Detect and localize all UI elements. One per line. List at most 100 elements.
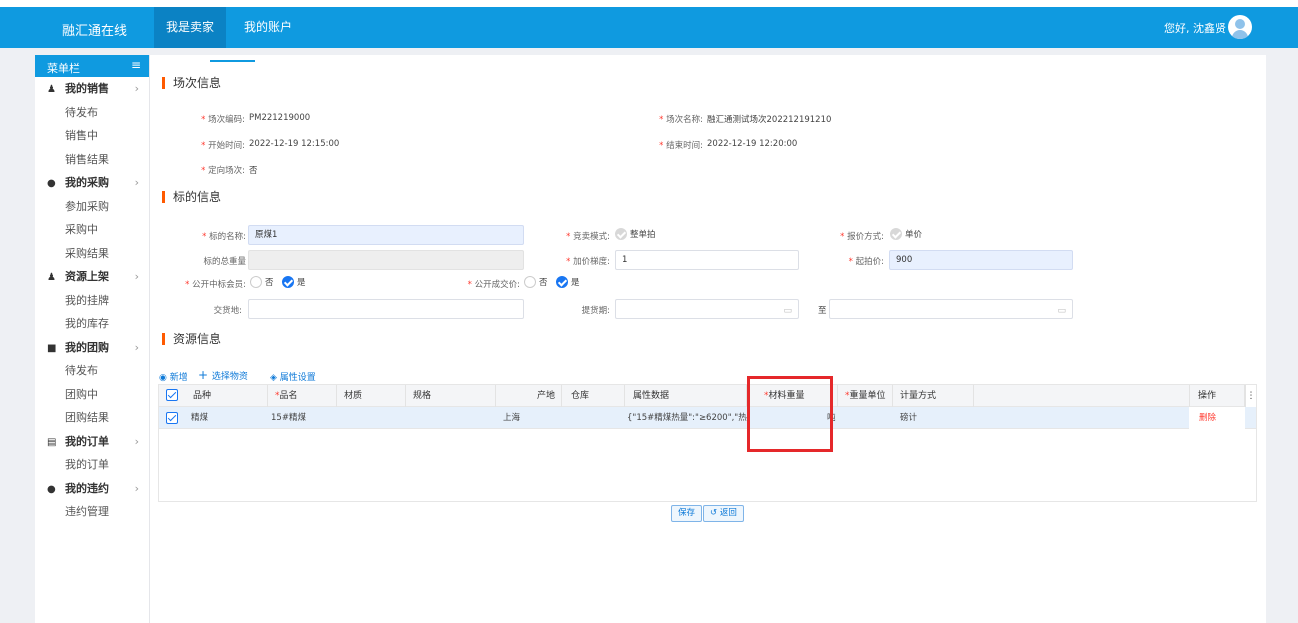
delivery-label: 交货地: <box>213 306 242 316</box>
menu-toggle-icon[interactable]: ≡ <box>131 58 141 72</box>
column-menu-icon[interactable]: ⋮ <box>1245 385 1256 407</box>
cell-variety: 精煤 <box>191 413 209 423</box>
choose-material-button[interactable]: + 选择物资 <box>198 368 248 382</box>
pickup-start-input[interactable]: ▭ <box>615 299 799 319</box>
total-weight-input <box>248 250 524 270</box>
right-gutter <box>1266 48 1298 623</box>
lot-name-input[interactable]: 原煤1 <box>248 225 524 245</box>
cart-icon: ● <box>47 178 56 189</box>
public-winner-radio-yes[interactable]: 是 <box>282 276 306 288</box>
sidebar-item-my-listing[interactable]: 我的挂牌 <box>35 289 149 313</box>
public-price-radio-yes[interactable]: 是 <box>556 276 580 288</box>
auction-mode-radio[interactable]: 整单拍 <box>615 228 656 240</box>
cell-product: 15#精煤 <box>271 413 306 423</box>
sidebar-item-my-orders[interactable]: 我的订单 <box>35 453 149 477</box>
return-icon: ↺ <box>710 508 720 518</box>
sidebar-item-group-result[interactable]: 团购结果 <box>35 406 149 430</box>
sidebar-header: 菜单栏 ≡ <box>35 55 149 77</box>
public-price-label: * 公开成交价: <box>467 280 520 290</box>
tab-seller[interactable]: 我是卖家 <box>154 7 227 48</box>
top-navbar: 融汇通在线 我是卖家 我的账户 您好, 沈鑫贤 <box>0 7 1298 48</box>
chevron-right-icon: › <box>134 481 139 495</box>
chevron-right-icon: › <box>134 340 139 354</box>
save-button[interactable]: 保存 <box>671 505 703 522</box>
back-button[interactable]: ↺ 返回 <box>703 505 744 522</box>
sidebar-group-sales[interactable]: ♟ 我的销售 › <box>35 77 149 101</box>
to-label: 至 <box>818 306 827 316</box>
top-band <box>0 0 1298 7</box>
total-weight-label: 标的总重量 <box>203 257 246 267</box>
section-title-session: 场次信息 <box>162 74 221 91</box>
sidebar-group-default[interactable]: ● 我的违约 › <box>35 477 149 501</box>
sidebar-group-listing[interactable]: ♟ 资源上架 › <box>35 265 149 289</box>
sidebar-item-my-stock[interactable]: 我的库存 <box>35 312 149 336</box>
pickup-end-input[interactable]: ▭ <box>829 299 1073 319</box>
col-weight-unit: *重量单位 <box>839 385 893 407</box>
shelf-icon: ♟ <box>47 272 56 283</box>
attr-settings-button[interactable]: ◈ 属性设置 <box>270 370 316 383</box>
brand-title: 融汇通在线 <box>62 24 128 39</box>
sidebar-group-label: 资源上架 <box>65 270 109 283</box>
sidebar-item-purchase-result[interactable]: 采购结果 <box>35 242 149 266</box>
chevron-right-icon: › <box>134 270 139 283</box>
avatar[interactable] <box>1228 15 1252 39</box>
table-row[interactable]: 精煤 15#精煤 上海 {"15#精煤热量":"≥6200","热... 吨 磅… <box>159 407 1256 429</box>
start-time-value: 2022-12-19 12:15:00 <box>249 139 340 149</box>
delivery-input[interactable] <box>248 299 524 319</box>
gavel-icon: ♟ <box>47 84 56 95</box>
sidebar-header-label: 菜单栏 <box>47 62 80 75</box>
sidebar-group-label: 我的违约 <box>65 481 109 495</box>
quote-method-radio[interactable]: 单价 <box>890 228 922 240</box>
cell-attrs[interactable]: {"15#精煤热量":"≥6200","热... <box>621 407 749 429</box>
col-product: *品名 <box>269 385 337 407</box>
start-price-input[interactable]: 900 <box>889 250 1073 270</box>
sidebar-item-purchase-active[interactable]: 采购中 <box>35 218 149 242</box>
sidebar-group-purchase[interactable]: ● 我的采购 › <box>35 171 149 195</box>
public-winner-label: * 公开中标会员: <box>185 280 246 290</box>
check-circle-icon <box>556 276 568 288</box>
chevron-right-icon: › <box>134 82 139 95</box>
row-checkbox[interactable] <box>166 412 178 424</box>
sidebar-group-groupbuy[interactable]: ■ 我的团购 › <box>35 336 149 360</box>
delete-link[interactable]: 删除 <box>1189 407 1245 429</box>
directed-value: 否 <box>249 166 258 176</box>
tab-account[interactable]: 我的账户 <box>232 7 304 48</box>
public-winner-radio-no[interactable]: 否 <box>250 276 274 288</box>
directed-label: * 定向场次: <box>201 166 245 176</box>
sidebar-item-group-active[interactable]: 团购中 <box>35 383 149 407</box>
sidebar-group-label: 我的订单 <box>65 434 109 448</box>
sidebar-group-label: 我的团购 <box>65 340 109 354</box>
sidebar: 菜单栏 ≡ ♟ 我的销售 › 待发布 销售中 销售结果 ● 我的采购 › 参加采购 采购… <box>35 55 150 623</box>
plus-circle-icon: ◉ <box>159 373 170 383</box>
calendar-icon: ▭ <box>783 306 792 316</box>
sidebar-item-sales-result[interactable]: 销售结果 <box>35 148 149 172</box>
highlight-box <box>747 376 833 452</box>
main-content: 场次信息 * 场次编码: PM221219000 * 场次名称: 融汇通测试场次… <box>150 55 1266 623</box>
session-name-label: * 场次名称: <box>659 115 703 125</box>
sidebar-item-sales-active[interactable]: 销售中 <box>35 124 149 148</box>
check-circle-icon <box>282 276 294 288</box>
select-all-checkbox[interactable] <box>166 389 178 401</box>
start-price-label: * 起拍价: <box>848 257 884 267</box>
sidebar-group-label: 我的采购 <box>65 176 109 189</box>
radio-empty-icon <box>250 276 262 288</box>
sidebar-item-sales-pending[interactable]: 待发布 <box>35 101 149 125</box>
col-material: 材质 <box>338 385 406 407</box>
col-origin: 产地 <box>497 385 562 407</box>
check-circle-icon <box>890 228 902 240</box>
public-price-radio-no[interactable]: 否 <box>524 276 548 288</box>
session-code-label: * 场次编码: <box>201 115 245 125</box>
sidebar-item-purchase-join[interactable]: 参加采购 <box>35 195 149 219</box>
sidebar-item-group-pending[interactable]: 待发布 <box>35 359 149 383</box>
chevron-right-icon: › <box>134 434 139 448</box>
section-title-resource: 资源信息 <box>162 330 221 347</box>
sidebar-group-orders[interactable]: ▤ 我的订单 › <box>35 430 149 454</box>
price-step-input[interactable]: 1 <box>615 250 799 270</box>
radio-empty-icon <box>524 276 536 288</box>
left-gutter <box>0 48 35 623</box>
session-code-value: PM221219000 <box>249 113 311 123</box>
auction-mode-label: * 竞卖模式: <box>566 232 610 242</box>
end-time-label: * 结束时间: <box>659 141 703 151</box>
add-button[interactable]: ◉ 新增 <box>159 370 188 383</box>
sidebar-item-default-manage[interactable]: 违约管理 <box>35 500 149 524</box>
